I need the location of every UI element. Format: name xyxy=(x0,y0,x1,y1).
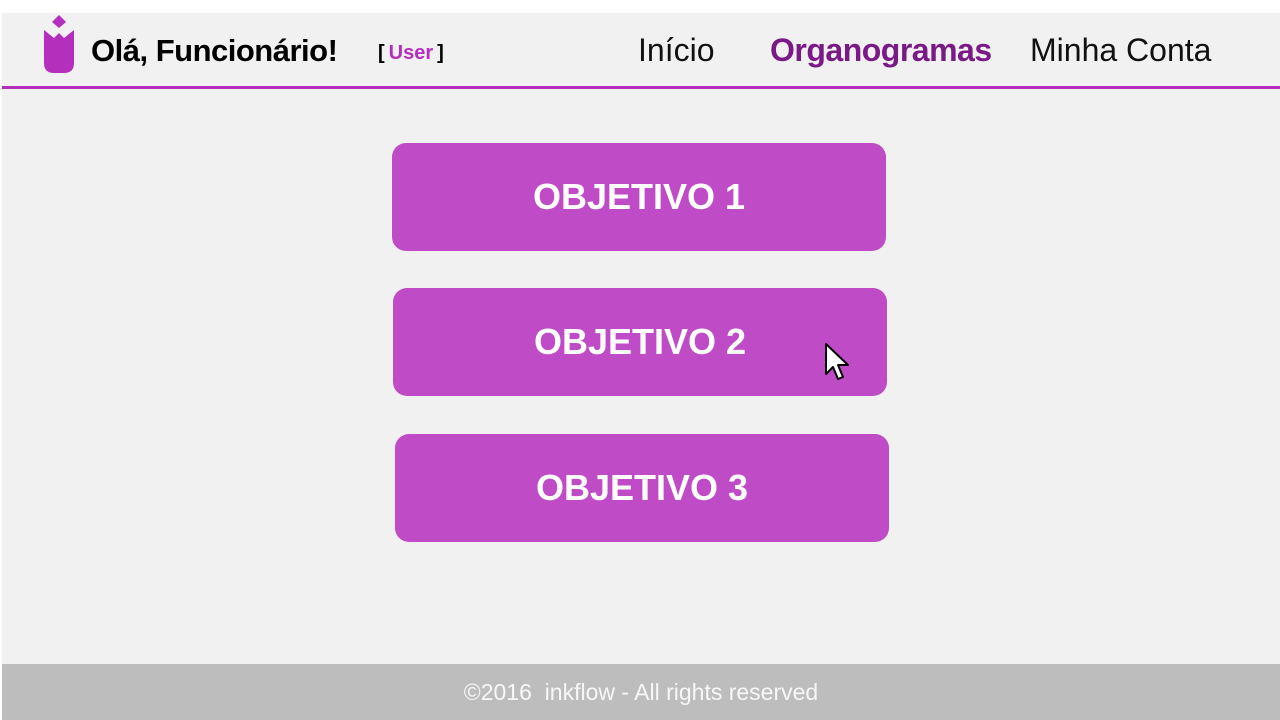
objetivo-2-button[interactable]: OBJETIVO 2 xyxy=(393,288,887,396)
app-window: Olá, Funcionário! [User] Início Organogr… xyxy=(2,13,1280,720)
mouse-pointer-icon xyxy=(825,343,849,380)
objetivo-1-button[interactable]: OBJETIVO 1 xyxy=(392,143,886,251)
nav-inicio[interactable]: Início xyxy=(638,32,714,69)
copyright-text: ©2016 inkflow - All rights reserved xyxy=(463,678,819,705)
role-name: User xyxy=(388,42,434,64)
greeting-text: Olá, Funcionário! xyxy=(91,33,338,68)
tulip-logo-icon xyxy=(44,15,74,73)
role-bracket-close: ] xyxy=(437,42,444,64)
nav-minha-conta[interactable]: Minha Conta xyxy=(1030,32,1211,69)
objetivo-3-button[interactable]: OBJETIVO 3 xyxy=(395,434,889,542)
nav-organogramas[interactable]: Organogramas xyxy=(770,32,992,69)
top-header: Olá, Funcionário! [User] Início Organogr… xyxy=(2,13,1280,89)
role-bracket-open: [ xyxy=(378,42,385,64)
footer: ©2016 inkflow - All rights reserved xyxy=(2,664,1280,720)
user-role-badge: [User] xyxy=(378,42,444,65)
